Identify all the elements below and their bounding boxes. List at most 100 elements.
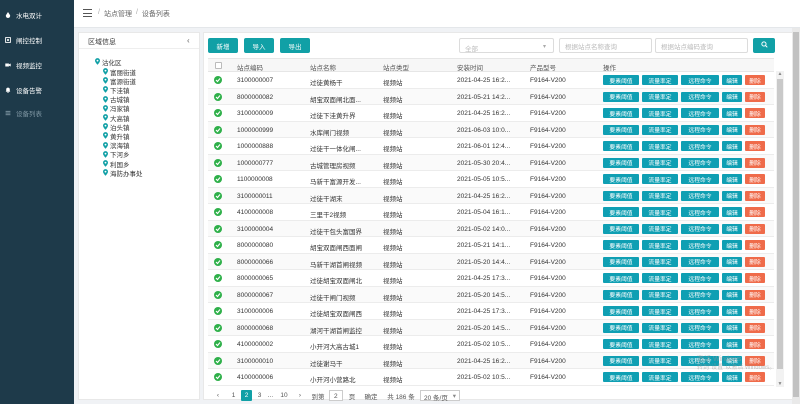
scroll-down-arrow-icon[interactable]: ▼ — [777, 381, 783, 387]
page-scrollbar[interactable] — [792, 28, 800, 404]
edit-button[interactable]: 编辑 — [722, 339, 742, 349]
element-threshold-button[interactable]: 要素阈值 — [603, 306, 639, 316]
flow-rating-button[interactable]: 流量率定 — [642, 322, 678, 333]
element-threshold-button[interactable]: 要素阈值 — [603, 108, 639, 118]
tree-node[interactable]: 泊头镇 — [103, 122, 130, 132]
flow-rating-button[interactable]: 流量率定 — [642, 339, 678, 349]
add-button[interactable]: 新增 — [208, 38, 238, 53]
export-button[interactable]: 导出 — [280, 38, 310, 53]
flow-rating-button[interactable]: 流量率定 — [642, 273, 678, 283]
table-scrollbar-thumb[interactable] — [777, 79, 783, 369]
flow-rating-button[interactable]: 流量率定 — [642, 108, 678, 118]
page-size-select[interactable]: 20 条/页 ▾ — [420, 390, 460, 402]
page-scrollbar-thumb[interactable] — [793, 32, 799, 397]
page-link-current[interactable]: 2 — [241, 390, 252, 401]
table-row[interactable]: 8000000067 过徒干闸门视频 视频站 2021-05-20 14:5... F9… — [208, 286, 774, 303]
import-button[interactable]: 导入 — [244, 38, 274, 53]
table-row[interactable]: 1100000008 马新干富源开发... 视频站 2021-05-05 10:5..… — [208, 171, 774, 188]
table-row[interactable]: 8000000065 过徒胡宝双面闸北 视频站 2021-04-25 17:3... F… — [208, 270, 774, 287]
tree-node[interactable]: 下洼镇 — [103, 85, 130, 95]
remote-command-button[interactable]: 远程命令 — [681, 256, 719, 267]
flow-rating-button[interactable]: 流量率定 — [642, 190, 678, 201]
delete-button[interactable]: 删除 — [745, 289, 765, 300]
element-threshold-button[interactable]: 要素阈值 — [603, 273, 639, 283]
flow-rating-button[interactable]: 流量率定 — [642, 372, 678, 382]
search-button[interactable] — [753, 38, 775, 53]
table-row[interactable]: 3100000006 过徒胡宝双面闸西 视频站 2021-04-25 17:3... F… — [208, 303, 774, 320]
table-row[interactable]: 3100000009 过徒下洼黄升界 视频站 2021-04-25 16:2... F9… — [208, 105, 774, 122]
remote-command-button[interactable]: 远程命令 — [681, 75, 719, 85]
delete-button[interactable]: 删除 — [745, 223, 765, 234]
page-link-10[interactable]: 10 — [278, 390, 290, 401]
element-threshold-button[interactable]: 要素阈值 — [603, 322, 639, 333]
flow-rating-button[interactable]: 流量率定 — [642, 91, 678, 102]
tree-node[interactable]: 黄升镇 — [103, 131, 130, 141]
delete-button[interactable]: 删除 — [745, 372, 765, 382]
edit-button[interactable]: 编辑 — [722, 289, 742, 300]
delete-button[interactable]: 删除 — [745, 141, 765, 151]
remote-command-button[interactable]: 远程命令 — [681, 124, 719, 135]
hamburger-menu-icon[interactable] — [83, 9, 92, 17]
tree-node[interactable]: 富源街道 — [103, 76, 136, 86]
delete-button[interactable]: 删除 — [745, 339, 765, 349]
table-scrollbar[interactable]: ▲ ▼ — [776, 71, 784, 387]
delete-button[interactable]: 删除 — [745, 306, 765, 316]
table-row[interactable]: 4100000002 小开河大高古城1 视频站 2021-05-02 10:5... F… — [208, 336, 774, 353]
element-threshold-button[interactable]: 要素阈值 — [603, 91, 639, 102]
sidebar-item-water-meter[interactable]: 水电双计 — [0, 8, 74, 22]
edit-button[interactable]: 编辑 — [722, 174, 742, 184]
delete-button[interactable]: 删除 — [745, 190, 765, 201]
flow-rating-button[interactable]: 流量率定 — [642, 207, 678, 217]
element-threshold-button[interactable]: 要素阈值 — [603, 75, 639, 85]
remote-command-button[interactable]: 远程命令 — [681, 322, 719, 333]
remote-command-button[interactable]: 远程命令 — [681, 141, 719, 151]
collapse-panel-icon[interactable]: ‹ — [187, 36, 195, 45]
tree-node[interactable]: 利国乡 — [103, 159, 130, 169]
delete-button[interactable]: 删除 — [745, 273, 765, 283]
element-threshold-button[interactable]: 要素阈值 — [603, 124, 639, 135]
remote-command-button[interactable]: 远程命令 — [681, 207, 719, 217]
table-row[interactable]: 8000000066 马新干湖首闸视频 视频站 2021-05-20 14:4... F… — [208, 253, 774, 270]
table-row[interactable]: 3100000010 过徒谢马干 视频站 2021-04-25 16:2... F916… — [208, 352, 774, 369]
delete-button[interactable]: 删除 — [745, 174, 765, 184]
delete-button[interactable]: 删除 — [745, 322, 765, 333]
remote-command-button[interactable]: 远程命令 — [681, 223, 719, 234]
page-ellipsis[interactable]: ... — [265, 390, 276, 401]
edit-button[interactable]: 编辑 — [722, 141, 742, 151]
flow-rating-button[interactable]: 流量率定 — [642, 240, 678, 250]
element-threshold-button[interactable]: 要素阈值 — [603, 355, 639, 366]
remote-command-button[interactable]: 远程命令 — [681, 157, 719, 168]
table-row[interactable]: 1000000888 过徒干一体化闸... 视频站 2021-06-01 12:4..… — [208, 138, 774, 155]
flow-rating-button[interactable]: 流量率定 — [642, 256, 678, 267]
edit-button[interactable]: 编辑 — [722, 157, 742, 168]
tree-node-root[interactable]: 沽化区 — [95, 57, 122, 67]
table-row[interactable]: 4100000006 小开河小营路北 视频站 2021-05-02 10:5... F9… — [208, 369, 774, 386]
delete-button[interactable]: 删除 — [745, 124, 765, 135]
remote-command-button[interactable]: 远程命令 — [681, 289, 719, 300]
sidebar-item-device-list[interactable]: 设备列表 — [0, 106, 74, 120]
edit-button[interactable]: 编辑 — [722, 124, 742, 135]
table-row[interactable]: 3100000007 过徒黄杨干 视频站 2021-04-25 16:2... F916… — [208, 72, 774, 89]
element-threshold-button[interactable]: 要素阈值 — [603, 339, 639, 349]
element-threshold-button[interactable]: 要素阈值 — [603, 240, 639, 250]
edit-button[interactable]: 编辑 — [722, 190, 742, 201]
tree-node[interactable]: 古城镇 — [103, 95, 130, 104]
element-threshold-button[interactable]: 要素阈值 — [603, 157, 639, 168]
sidebar-item-video-monitor[interactable]: 视频监控 — [0, 58, 74, 72]
flow-rating-button[interactable]: 流量率定 — [642, 75, 678, 85]
sidebar-item-gate-control[interactable]: 闸控控制 — [0, 33, 74, 47]
table-row[interactable]: 8000000080 胡宝双面闸西面闸 视频站 2021-05-21 14:1... F… — [208, 237, 774, 254]
remote-command-button[interactable]: 远程命令 — [681, 190, 719, 201]
flow-rating-button[interactable]: 流量率定 — [642, 306, 678, 316]
delete-button[interactable]: 删除 — [745, 91, 765, 102]
edit-button[interactable]: 编辑 — [722, 207, 742, 217]
element-threshold-button[interactable]: 要素阈值 — [603, 223, 639, 234]
element-threshold-button[interactable]: 要素阈值 — [603, 207, 639, 217]
flow-rating-button[interactable]: 流量率定 — [642, 157, 678, 168]
edit-button[interactable]: 编辑 — [722, 240, 742, 250]
element-threshold-button[interactable]: 要素阈值 — [603, 256, 639, 267]
tree-node[interactable]: 冯家镇 — [103, 104, 130, 113]
table-row[interactable]: 4100000008 三里干2视频 视频站 2021-05-04 16:1... F91… — [208, 204, 774, 221]
select-all-checkbox[interactable] — [215, 62, 222, 69]
sidebar-item-device-alarm[interactable]: 设备告警 — [0, 83, 74, 97]
